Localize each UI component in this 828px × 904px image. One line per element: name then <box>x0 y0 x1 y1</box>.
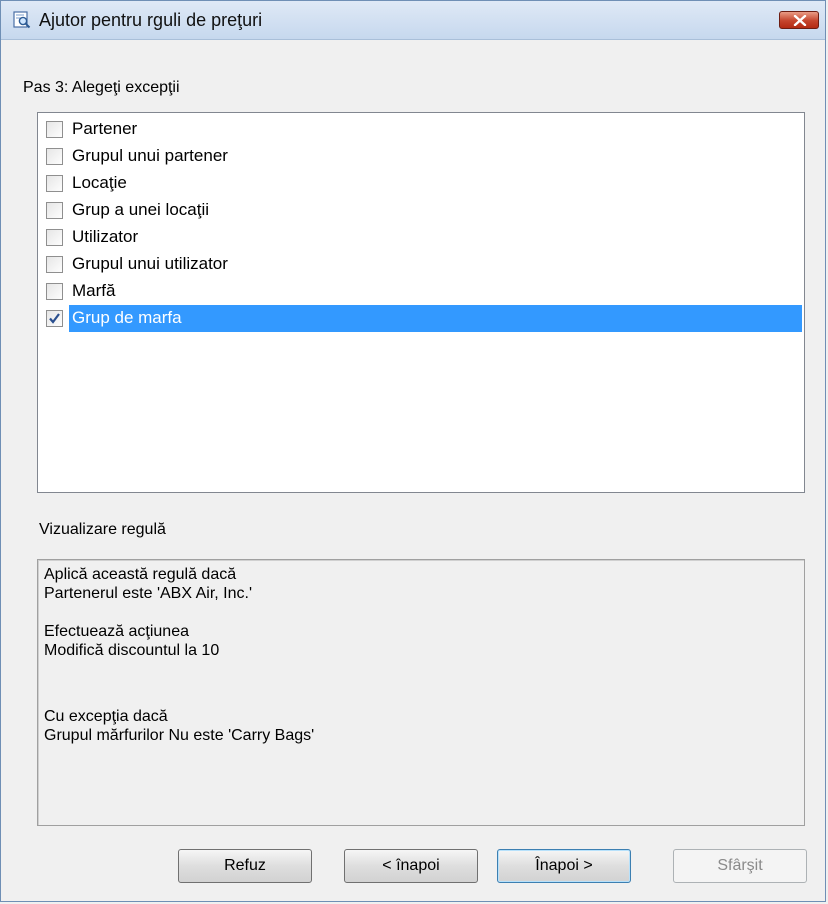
list-item-grupul-unui-partener[interactable]: Grupul unui partener <box>40 143 802 170</box>
next-button[interactable]: Înapoi > <box>497 849 631 883</box>
finish-button[interactable]: Sfârşit <box>673 849 807 883</box>
checkbox-grupul-unui-partener[interactable] <box>46 148 63 165</box>
rule-preview-text: Aplică această regulă dacă Partenerul es… <box>37 559 805 826</box>
list-item-label: Grupul unui partener <box>72 146 228 165</box>
checkbox-partener[interactable] <box>46 121 63 138</box>
list-item-label: Marfă <box>72 281 116 300</box>
pricing-rule-wizard-dialog: Ajutor pentru rguli de preţuri Pas 3: Al… <box>0 0 826 902</box>
checkbox-marfa[interactable] <box>46 283 63 300</box>
cancel-button[interactable]: Refuz <box>178 849 312 883</box>
list-item-label: Grup de marfa <box>69 305 802 332</box>
preview-line: Cu excepţia dacă <box>44 708 168 725</box>
list-item-label: Utilizator <box>72 227 139 246</box>
checkbox-utilizator[interactable] <box>46 229 63 246</box>
back-button[interactable]: < înapoi <box>344 849 478 883</box>
close-icon <box>793 15 807 26</box>
list-item-utilizator[interactable]: Utilizator <box>40 224 802 251</box>
exceptions-listbox[interactable]: Partener Grupul unui partener Locaţie Gr… <box>37 112 805 493</box>
preview-line: Modifică discountul la 10 <box>44 642 220 659</box>
list-item-partener[interactable]: Partener <box>40 116 802 143</box>
step-label: Pas 3: Alegeţi excepţii <box>23 79 180 96</box>
checkbox-locatie[interactable] <box>46 175 63 192</box>
list-item-marfa[interactable]: Marfă <box>40 278 802 305</box>
preview-line: Partenerul este 'ABX Air, Inc.' <box>44 585 252 602</box>
preview-line: Efectuează acţiunea <box>44 623 189 640</box>
close-button[interactable] <box>779 11 819 29</box>
window-title: Ajutor pentru rguli de preţuri <box>39 10 263 30</box>
list-item-grup-a-unei-locatii[interactable]: Grup a unei locaţii <box>40 197 802 224</box>
title-bar[interactable]: Ajutor pentru rguli de preţuri <box>1 1 825 40</box>
rule-preview-label: Vizualizare regulă <box>39 521 166 538</box>
list-item-label: Partener <box>72 119 138 138</box>
checkbox-grup-de-marfa[interactable] <box>46 310 63 327</box>
list-item-grupul-unui-utilizator[interactable]: Grupul unui utilizator <box>40 251 802 278</box>
checkbox-grup-a-unei-locatii[interactable] <box>46 202 63 219</box>
preview-line: Grupul mărfurilor Nu este 'Carry Bags' <box>44 727 315 744</box>
list-item-label: Grupul unui utilizator <box>72 254 228 273</box>
list-item-label: Locaţie <box>72 173 127 192</box>
checkmark-icon <box>49 313 60 324</box>
list-item-grup-de-marfa[interactable]: Grup de marfa <box>40 305 802 332</box>
list-item-locatie[interactable]: Locaţie <box>40 170 802 197</box>
magnifier-document-icon <box>13 11 31 29</box>
list-item-label: Grup a unei locaţii <box>72 200 210 219</box>
checkbox-grupul-unui-utilizator[interactable] <box>46 256 63 273</box>
preview-line: Aplică această regulă dacă <box>44 566 237 583</box>
